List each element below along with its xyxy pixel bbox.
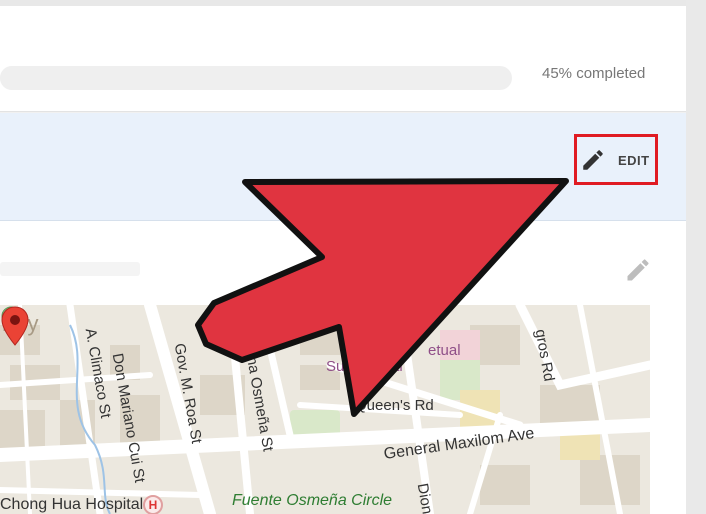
map-label-poi: Su Hospital (326, 358, 403, 375)
pencil-icon (583, 150, 603, 170)
map-label-landmark: Fuente Osmeña Circle (232, 492, 393, 509)
edit-label: EDIT (618, 152, 650, 168)
faded-header (0, 262, 140, 276)
progress-bar (0, 66, 512, 90)
map-edit-icon[interactable] (624, 256, 652, 284)
map[interactable]: rty A. Climaco St Don Mariano Cui St Gov… (0, 305, 650, 514)
progress-card: 45% completed (0, 6, 686, 112)
map-label-poi: Chong Hua Hospital (0, 496, 144, 513)
progress-label: 45% completed (542, 65, 646, 82)
map-pin-icon[interactable] (0, 305, 30, 355)
edit-button[interactable]: EDIT (580, 146, 650, 174)
progress-bar-fill (0, 66, 231, 90)
hospital-icon: H (143, 495, 163, 514)
right-gutter (686, 0, 706, 514)
map-label-street: Queen's Rd (355, 397, 434, 414)
map-label-poi: etual (428, 342, 461, 359)
